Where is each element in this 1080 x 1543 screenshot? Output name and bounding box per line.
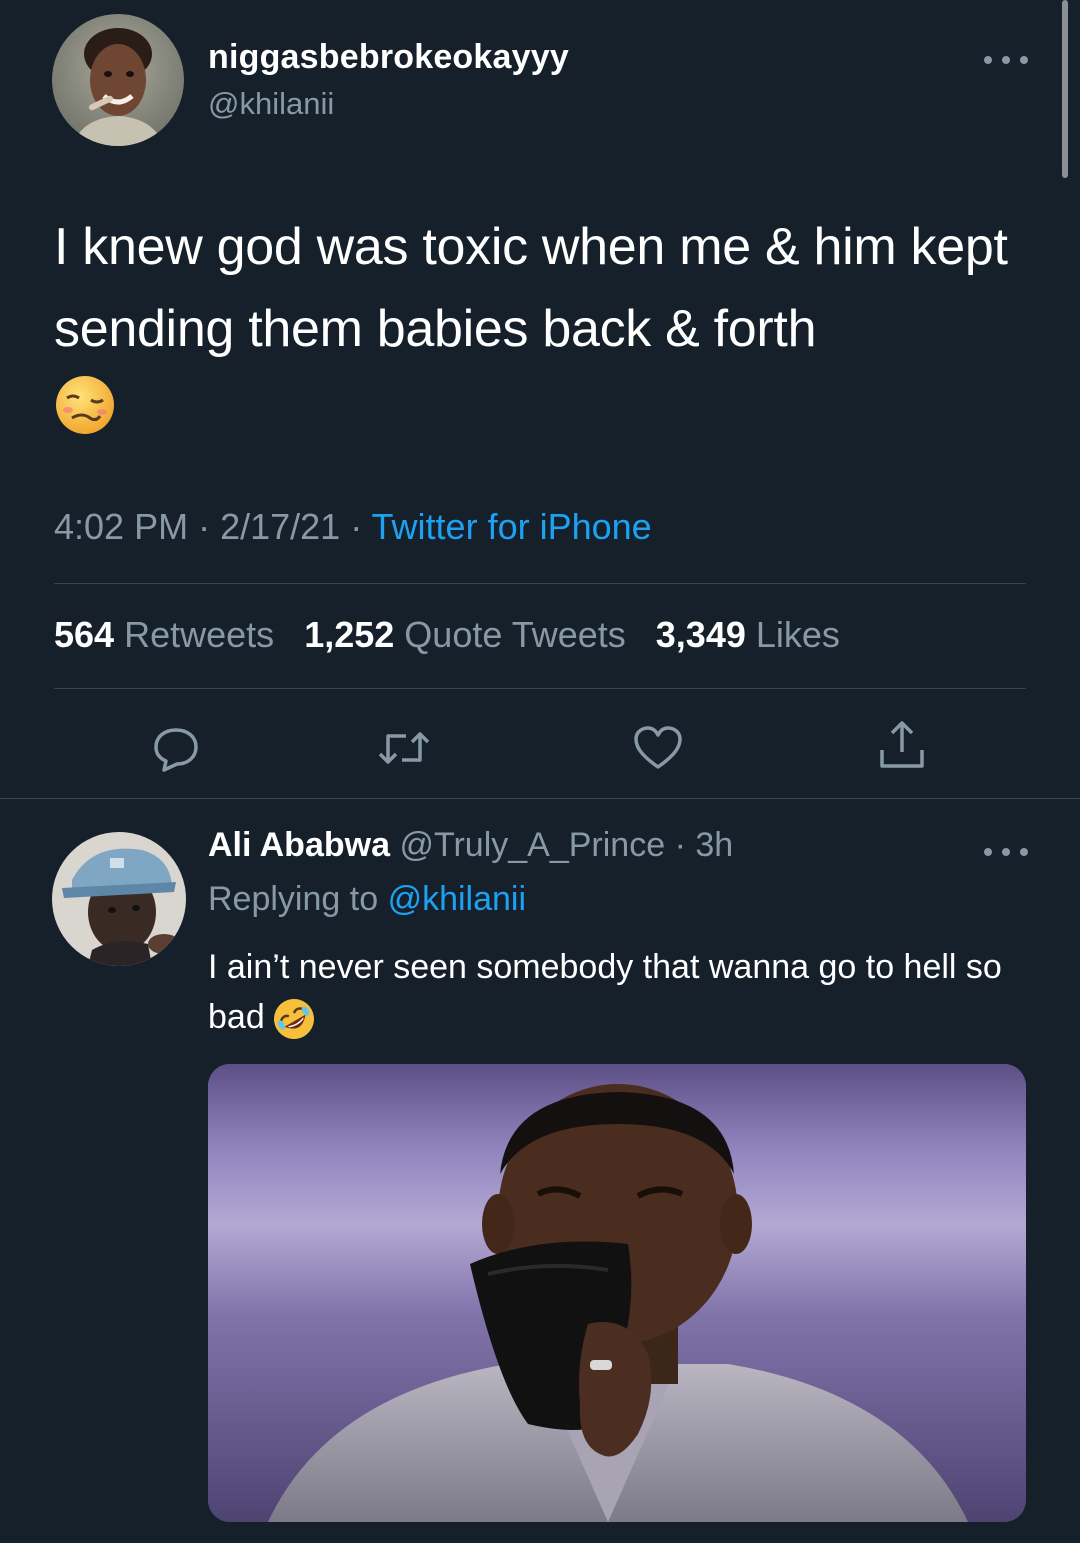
retweet-icon[interactable] (374, 718, 434, 778)
woozy-face-icon (54, 374, 116, 436)
replying-to: Replying to @khilanii (208, 880, 526, 919)
reply-time[interactable]: 3h (695, 826, 733, 864)
tweet-source[interactable]: Twitter for iPhone (372, 506, 652, 547)
reply-text: I ain’t never seen somebody that wanna g… (208, 948, 1002, 1036)
rolling-on-floor-laughing-icon (271, 996, 317, 1042)
share-icon[interactable] (872, 716, 932, 776)
tweet-stats: 564 Retweets 1,252 Quote Tweets 3,349 Li… (54, 614, 860, 656)
retweets-label: Retweets (124, 614, 275, 655)
author-display-name[interactable]: niggasbebrokeokayyy (208, 38, 569, 77)
tweet-time: 4:02 PM (54, 506, 189, 547)
tweet-text: I knew god was toxic when me & him kept … (54, 218, 1008, 358)
likes-count: 3,349 (655, 614, 746, 655)
reply-author-handle[interactable]: @Truly_A_Prince (399, 826, 665, 864)
quote-tweets-count: 1,252 (304, 614, 395, 655)
likes-label: Likes (755, 614, 840, 655)
tweet-date: 2/17/21 (220, 506, 341, 547)
media-photo (208, 1064, 1026, 1522)
divider (54, 688, 1026, 689)
replying-to-handle[interactable]: @khilanii (388, 880, 526, 918)
reply-author-avatar[interactable] (52, 832, 186, 966)
likes-stat[interactable]: 3,349 Likes (656, 614, 860, 655)
divider (54, 583, 1026, 584)
quote-tweets-label: Quote Tweets (404, 614, 626, 655)
author-avatar[interactable] (52, 14, 184, 146)
reply-header: Ali Ababwa @Truly_A_Prince · 3h (208, 826, 734, 864)
quote-tweets-stat[interactable]: 1,252 Quote Tweets (304, 614, 646, 655)
reply-more-options-icon[interactable] (984, 845, 1028, 859)
replying-to-label: Replying to (208, 880, 379, 918)
reply-icon[interactable] (146, 718, 206, 778)
scrollbar[interactable] (1062, 0, 1068, 178)
retweets-stat[interactable]: 564 Retweets (54, 614, 294, 655)
author-handle[interactable]: @khilanii (208, 86, 334, 122)
reply-text-block: I ain’t never seen somebody that wanna g… (208, 942, 1038, 1042)
like-icon[interactable] (628, 718, 688, 778)
retweets-count: 564 (54, 614, 115, 655)
avatar-photo (52, 14, 184, 146)
more-options-icon[interactable] (984, 53, 1028, 67)
divider (0, 798, 1080, 799)
reply-author-name[interactable]: Ali Ababwa (208, 826, 390, 864)
reply-media-image[interactable] (208, 1064, 1026, 1522)
tweet-meta: 4:02 PM · 2/17/21 · Twitter for iPhone (54, 506, 652, 547)
avatar-photo (52, 832, 186, 966)
